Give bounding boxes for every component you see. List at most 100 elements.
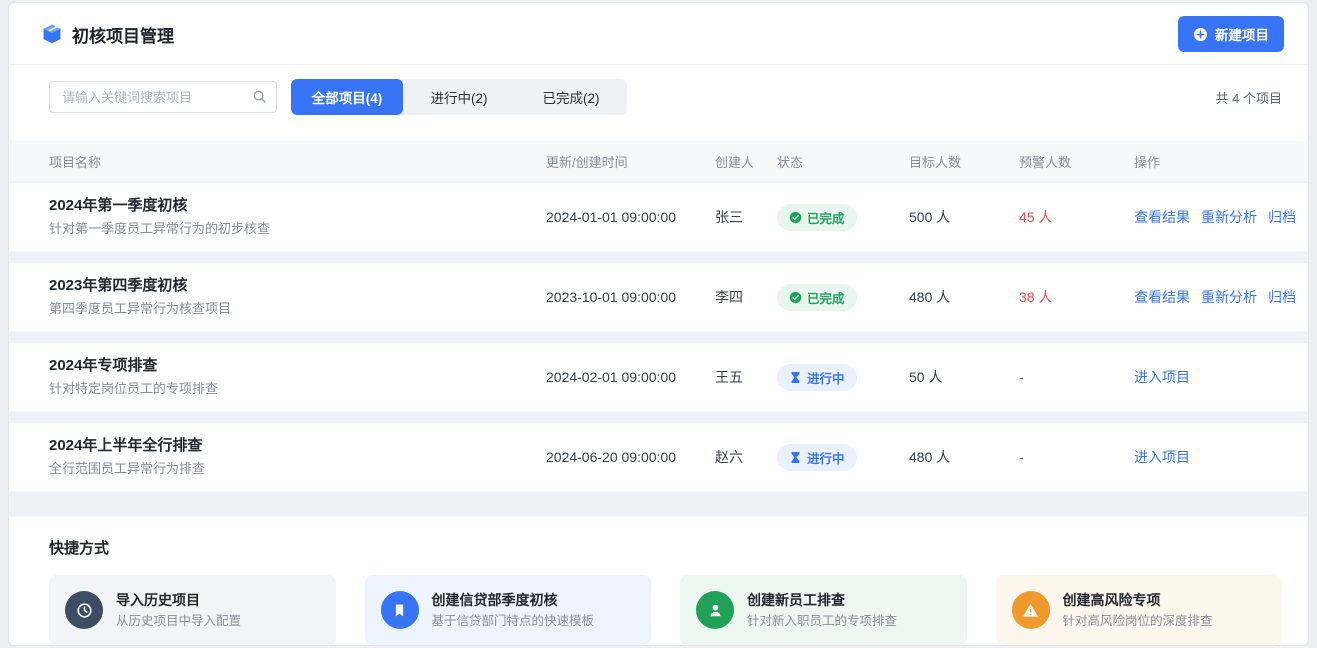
shortcut-import-history[interactable]: 导入历史项目 从历史项目中导入配置: [49, 575, 336, 645]
new-project-button[interactable]: 新建项目: [1178, 16, 1284, 52]
shortcut-desc: 从历史项目中导入配置: [116, 612, 241, 630]
project-time: 2024-02-01 09:00:00: [546, 369, 715, 385]
project-desc: 针对特定岗位员工的专项排查: [49, 379, 546, 399]
check-circle-icon: [789, 291, 802, 304]
project-desc: 第四季度员工异常行为核查项目: [49, 299, 546, 319]
row-actions: 查看结果 重新分析 归档: [1134, 207, 1308, 227]
project-desc: 针对第一季度员工异常行为的初步核查: [49, 219, 546, 239]
col-status: 状态: [777, 152, 909, 171]
status-badge: 进行中: [777, 364, 857, 391]
status-cell: 已完成: [777, 284, 909, 311]
project-name: 2024年第一季度初核: [49, 195, 546, 217]
project-time: 2023-10-01 09:00:00: [546, 289, 715, 305]
table-row: 2023年第四季度初核 第四季度员工异常行为核查项目 2023-10-01 09…: [9, 263, 1308, 331]
tab-completed[interactable]: 已完成(2): [515, 79, 627, 115]
project-name-cell: 2024年第一季度初核 针对第一季度员工异常行为的初步核查: [49, 195, 546, 239]
shortcut-desc: 基于信贷部门特点的快速模板: [432, 612, 595, 630]
shortcut-text: 导入历史项目 从历史项目中导入配置: [116, 590, 241, 630]
plus-circle-icon: [1193, 27, 1208, 42]
warning-count: 38 人: [1019, 287, 1134, 307]
archive-link[interactable]: 归档: [1268, 287, 1296, 307]
row-actions: 进入项目: [1134, 367, 1308, 387]
search-input[interactable]: [49, 81, 277, 113]
col-creator: 创建人: [715, 152, 777, 171]
project-filter-tabs: 全部项目(4) 进行中(2) 已完成(2): [291, 79, 627, 115]
user-icon: [696, 591, 734, 629]
shortcut-title: 创建信贷部季度初核: [432, 590, 595, 610]
project-time: 2024-06-20 09:00:00: [546, 449, 715, 465]
col-actions: 操作: [1134, 152, 1308, 171]
tab-all-projects[interactable]: 全部项目(4): [291, 79, 403, 115]
search-icon[interactable]: [252, 89, 267, 104]
target-count: 50 人: [909, 367, 1019, 387]
hourglass-icon: [789, 371, 802, 384]
check-circle-icon: [789, 211, 802, 224]
target-count: 480 人: [909, 287, 1019, 307]
project-creator: 王五: [715, 367, 777, 387]
warning-count: -: [1019, 369, 1134, 385]
col-update-time: 更新/创建时间: [546, 152, 715, 171]
project-creator: 赵六: [715, 447, 777, 467]
main-panel: 初核项目管理 新建项目 全部项目(4) 进行中(2): [8, 2, 1309, 646]
col-project-name: 项目名称: [49, 152, 546, 171]
project-time: 2024-01-01 09:00:00: [546, 209, 715, 225]
shortcut-text: 创建信贷部季度初核 基于信贷部门特点的快速模板: [432, 590, 595, 630]
tab-in-progress[interactable]: 进行中(2): [403, 79, 515, 115]
table-row: 2024年第一季度初核 针对第一季度员工异常行为的初步核查 2024-01-01…: [9, 183, 1308, 251]
status-cell: 进行中: [777, 364, 909, 391]
warning-count: 45 人: [1019, 207, 1134, 227]
bookmark-icon: [381, 591, 419, 629]
page-header: 初核项目管理 新建项目: [9, 3, 1308, 64]
row-actions: 查看结果 重新分析 归档: [1134, 287, 1308, 307]
shortcut-credit-quarterly[interactable]: 创建信贷部季度初核 基于信贷部门特点的快速模板: [365, 575, 652, 645]
col-target-count: 目标人数: [909, 152, 1019, 171]
shortcut-title: 导入历史项目: [116, 590, 241, 610]
view-results-link[interactable]: 查看结果: [1134, 207, 1190, 227]
reanalyze-link[interactable]: 重新分析: [1201, 287, 1257, 307]
toolbar: 全部项目(4) 进行中(2) 已完成(2) 共 4 个项目: [9, 65, 1308, 129]
hourglass-icon: [789, 451, 802, 464]
project-name-cell: 2024年上半年全行排查 全行范围员工异常行为排查: [49, 435, 546, 479]
new-project-label: 新建项目: [1215, 24, 1269, 44]
shortcut-title: 创建高风险专项: [1063, 590, 1213, 610]
status-cell: 已完成: [777, 204, 909, 231]
shortcuts-grid: 导入历史项目 从历史项目中导入配置 创建信贷部季度初核 基于信贷部门特点的快速模…: [49, 575, 1282, 645]
project-creator: 张三: [715, 207, 777, 227]
table-row: 2024年上半年全行排查 全行范围员工异常行为排查 2024-06-20 09:…: [9, 423, 1308, 491]
shortcut-text: 创建新员工排查 针对新入职员工的专项排查: [747, 590, 897, 630]
project-name-cell: 2024年专项排查 针对特定岗位员工的专项排查: [49, 355, 546, 399]
warning-count: -: [1019, 449, 1134, 465]
target-count: 480 人: [909, 447, 1019, 467]
enter-project-link[interactable]: 进入项目: [1134, 367, 1190, 387]
status-badge: 已完成: [777, 204, 857, 231]
reanalyze-link[interactable]: 重新分析: [1201, 207, 1257, 227]
project-name: 2024年上半年全行排查: [49, 435, 546, 457]
shortcut-high-risk[interactable]: 创建高风险专项 针对高风险岗位的深度排查: [996, 575, 1283, 645]
project-creator: 李四: [715, 287, 777, 307]
status-badge: 已完成: [777, 284, 857, 311]
app-cube-icon: [41, 23, 63, 45]
status-badge: 进行中: [777, 444, 857, 471]
target-count: 500 人: [909, 207, 1019, 227]
view-results-link[interactable]: 查看结果: [1134, 287, 1190, 307]
total-count: 共 4 个项目: [1216, 88, 1282, 107]
shortcut-new-employee[interactable]: 创建新员工排查 针对新入职员工的专项排查: [680, 575, 967, 645]
shortcut-desc: 针对高风险岗位的深度排查: [1063, 612, 1213, 630]
shortcut-desc: 针对新入职员工的专项排查: [747, 612, 897, 630]
shortcuts-heading: 快捷方式: [49, 537, 1282, 558]
project-desc: 全行范围员工异常行为排查: [49, 459, 546, 479]
shortcut-title: 创建新员工排查: [747, 590, 897, 610]
shortcut-text: 创建高风险专项 针对高风险岗位的深度排查: [1063, 590, 1213, 630]
clock-icon: [65, 591, 103, 629]
project-name: 2023年第四季度初核: [49, 275, 546, 297]
col-warning-count: 预警人数: [1019, 152, 1134, 171]
enter-project-link[interactable]: 进入项目: [1134, 447, 1190, 467]
project-table: 项目名称 更新/创建时间 创建人 状态 目标人数 预警人数 操作 2024年第一…: [9, 141, 1308, 517]
status-cell: 进行中: [777, 444, 909, 471]
warning-icon: [1012, 591, 1050, 629]
table-row: 2024年专项排查 针对特定岗位员工的专项排查 2024-02-01 09:00…: [9, 343, 1308, 411]
row-actions: 进入项目: [1134, 447, 1308, 467]
archive-link[interactable]: 归档: [1268, 207, 1296, 227]
search-box: [49, 81, 277, 113]
project-name: 2024年专项排查: [49, 355, 546, 377]
